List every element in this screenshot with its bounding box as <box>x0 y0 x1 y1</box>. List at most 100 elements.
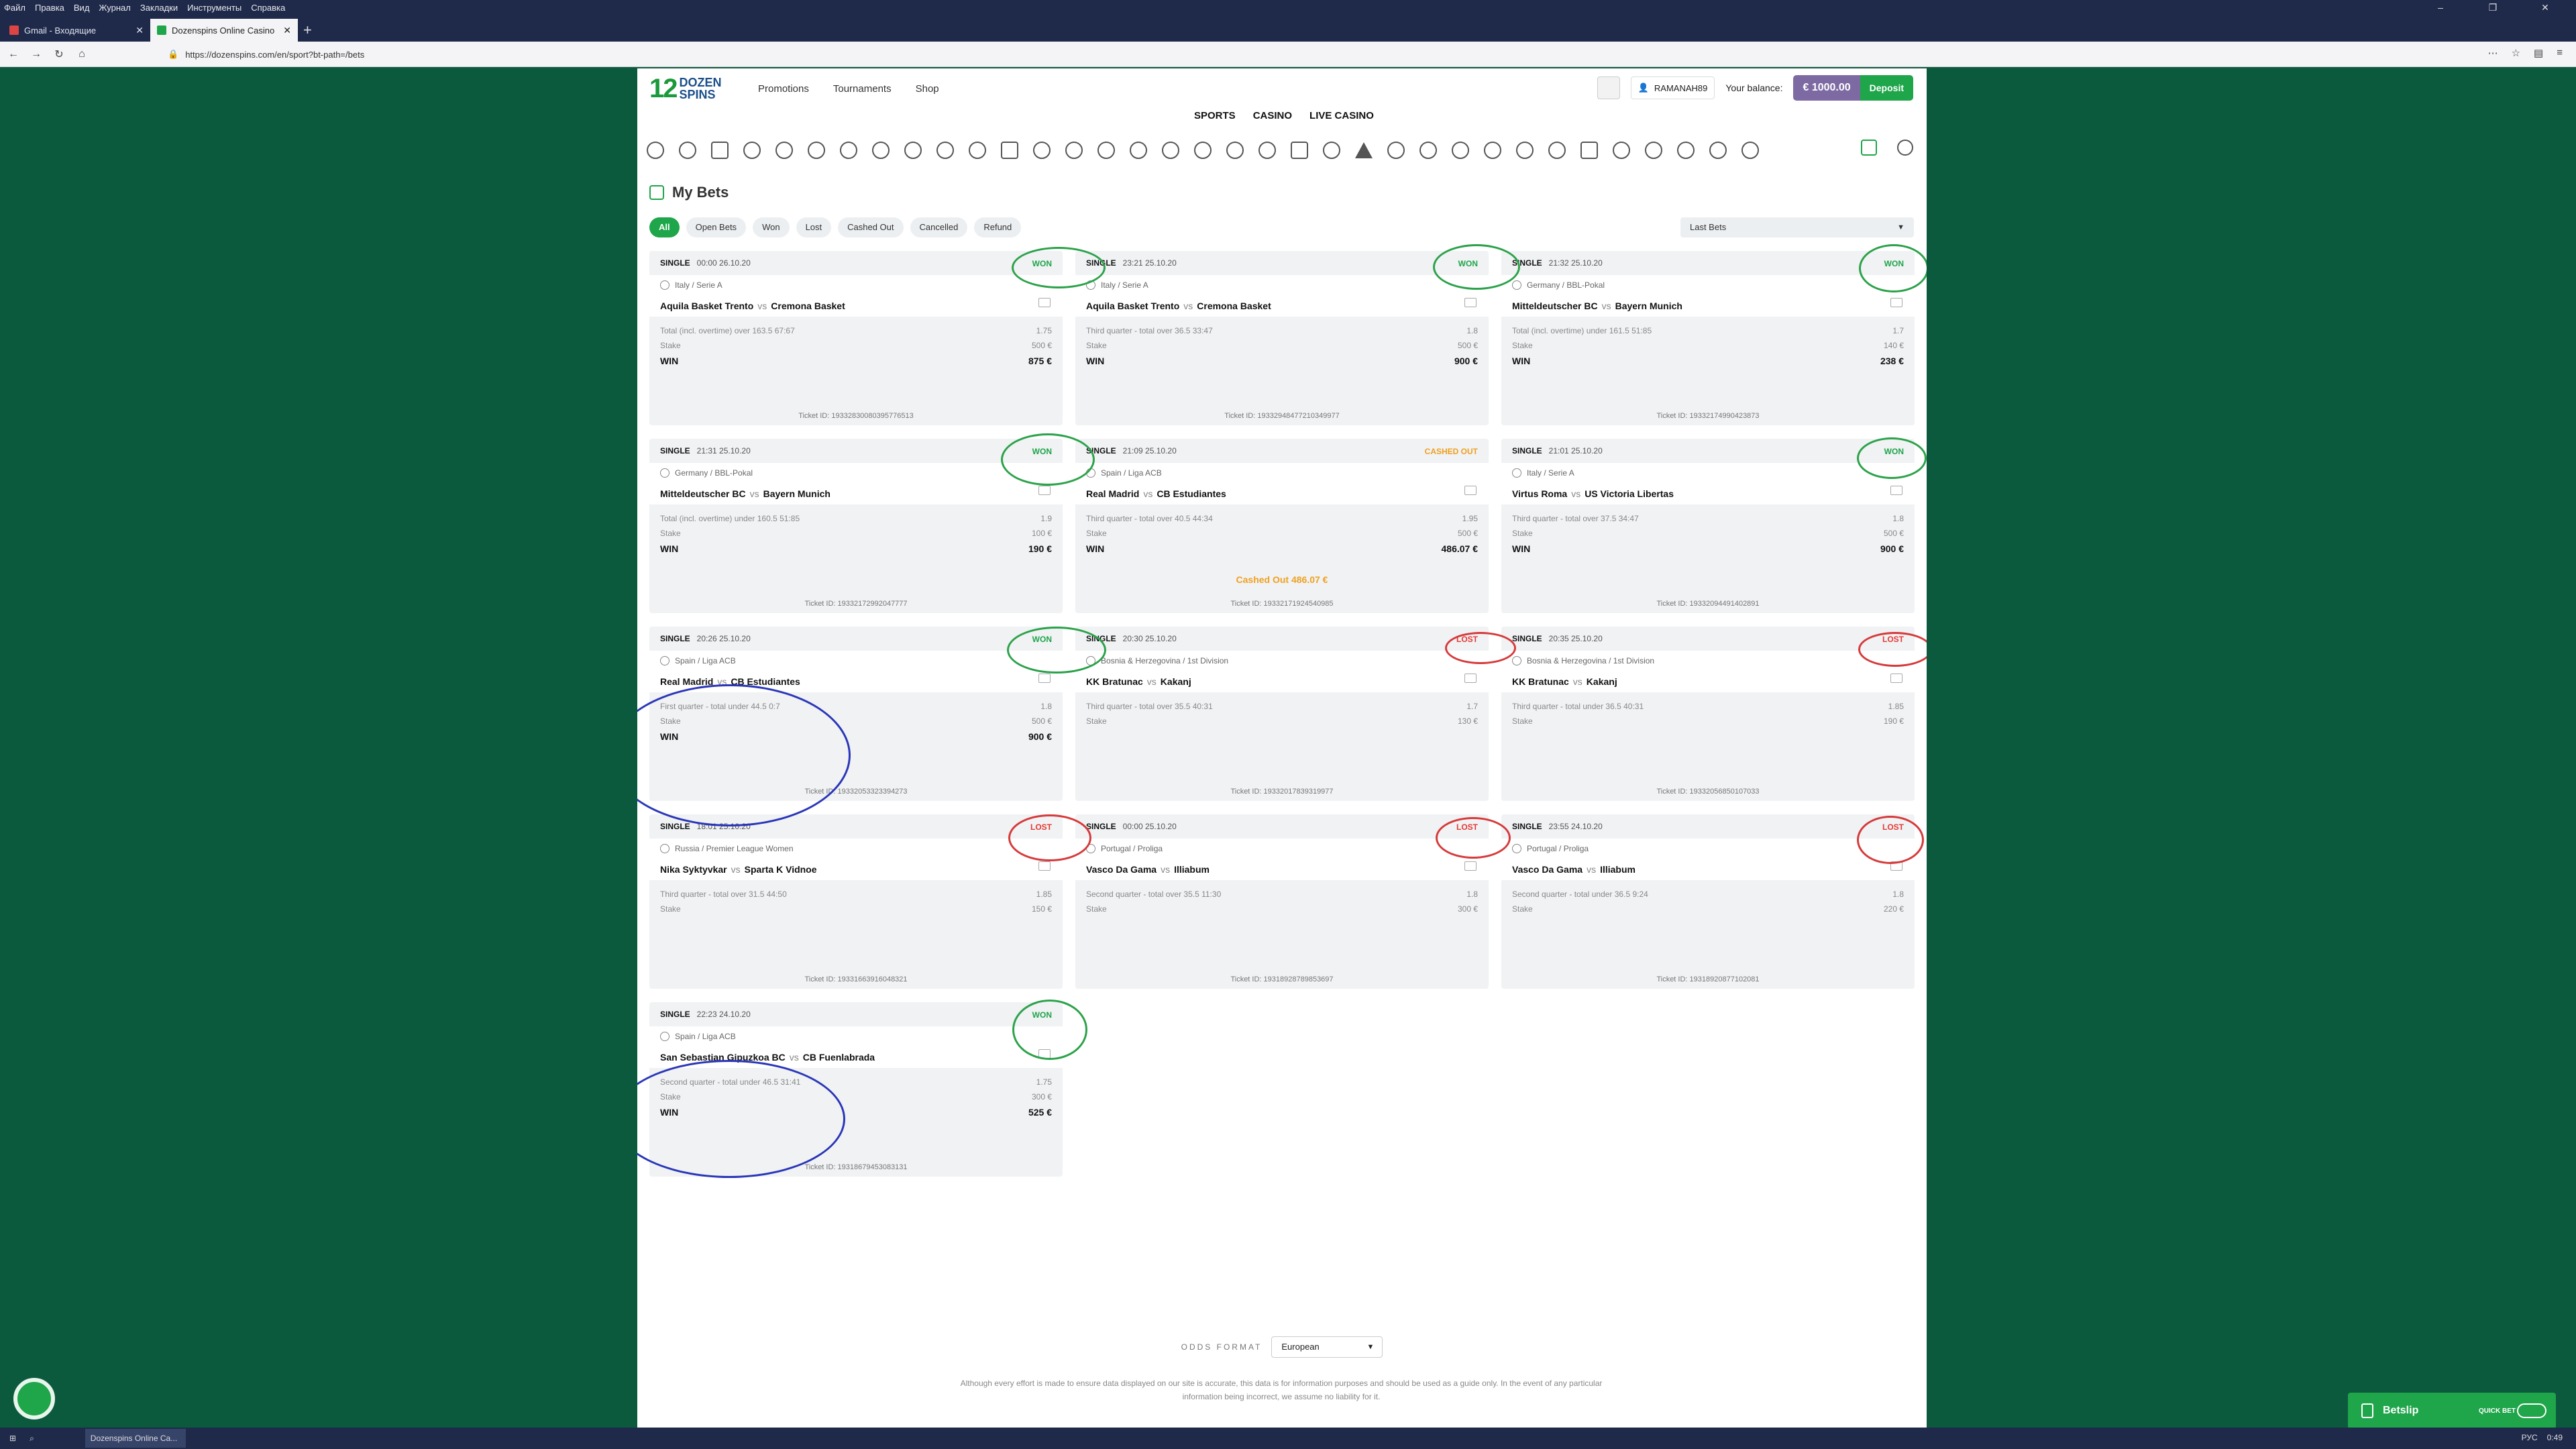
bet-card[interactable]: SINGLE 23:21 25.10.20 WON Italy / Serie A Aq… <box>1075 251 1489 425</box>
close-icon[interactable]: ✕ <box>136 25 144 36</box>
bet-card[interactable]: SINGLE 18:01 25.10.20 LOST Russia / Premier… <box>649 814 1063 989</box>
bet-card[interactable]: SINGLE 00:00 26.10.20 WON Italy / Serie A Aq… <box>649 251 1063 425</box>
start-icon[interactable]: ⊞ <box>9 1434 16 1443</box>
sport-icon[interactable] <box>904 142 922 159</box>
stats-icon[interactable] <box>1038 861 1051 871</box>
bet-card[interactable]: SINGLE 21:01 25.10.20 WON Italy / Serie A Vi… <box>1501 439 1915 613</box>
menu-history[interactable]: Журнал <box>99 3 130 13</box>
sport-icon[interactable] <box>711 142 729 159</box>
sport-icon[interactable] <box>743 142 761 159</box>
stats-icon[interactable] <box>1038 486 1051 495</box>
sport-icon[interactable] <box>1709 142 1727 159</box>
sport-icon[interactable] <box>1355 142 1373 158</box>
filter-cancelled[interactable]: Cancelled <box>910 217 968 237</box>
restore-icon[interactable]: ❐ <box>2471 0 2514 15</box>
sport-icon[interactable] <box>1741 142 1759 159</box>
sport-icon[interactable] <box>1001 142 1018 159</box>
close-icon[interactable]: ✕ <box>283 25 291 36</box>
sport-icon[interactable] <box>1613 142 1630 159</box>
filter-open[interactable]: Open Bets <box>686 217 747 237</box>
close-icon[interactable]: ✕ <box>2524 0 2567 15</box>
stats-icon[interactable] <box>1464 486 1477 495</box>
bet-card[interactable]: SINGLE 20:30 25.10.20 LOST Bosnia & Herzego… <box>1075 627 1489 801</box>
sport-icon[interactable] <box>1452 142 1469 159</box>
subnav-sports[interactable]: SPORTS <box>1194 110 1236 121</box>
menu-view[interactable]: Вид <box>74 3 90 13</box>
subnav-live-casino[interactable]: LIVE CASINO <box>1309 110 1374 121</box>
odds-format-select[interactable]: European ▼ <box>1271 1336 1383 1358</box>
chat-button[interactable] <box>13 1378 55 1419</box>
sport-icon[interactable] <box>808 142 825 159</box>
menu-bookmarks[interactable]: Закладки <box>140 3 178 13</box>
more-icon[interactable]: ⋯ <box>2488 47 2498 59</box>
sport-icon[interactable] <box>679 142 696 159</box>
forward-icon[interactable]: → <box>27 48 46 60</box>
sport-icon[interactable] <box>647 142 664 159</box>
back-icon[interactable]: ← <box>4 48 23 60</box>
sport-icon[interactable] <box>1258 142 1276 159</box>
sport-icon[interactable] <box>969 142 986 159</box>
lang-indicator[interactable]: РУС <box>2522 1433 2538 1442</box>
sport-icon[interactable] <box>1548 142 1566 159</box>
bet-card[interactable]: SINGLE 20:26 25.10.20 WON Spain / Liga ACB R… <box>649 627 1063 801</box>
deposit-button[interactable]: Deposit <box>1860 75 1913 101</box>
quick-bet-toggle[interactable] <box>2517 1403 2546 1418</box>
stats-icon[interactable] <box>1038 1049 1051 1059</box>
bet-card[interactable]: SINGLE 00:00 25.10.20 LOST Portugal / Proli… <box>1075 814 1489 989</box>
sport-icon[interactable] <box>1516 142 1534 159</box>
bet-card[interactable]: SINGLE 21:31 25.10.20 WON Germany / BBL-Pok… <box>649 439 1063 613</box>
bet-card[interactable]: SINGLE 20:35 25.10.20 LOST Bosnia & Herzego… <box>1501 627 1915 801</box>
sport-icon[interactable] <box>1194 142 1212 159</box>
filter-refund[interactable]: Refund <box>974 217 1022 237</box>
menu-tools[interactable]: Инструменты <box>187 3 241 13</box>
betslip-bar[interactable]: Betslip QUICK BET <box>2348 1393 2556 1429</box>
filter-all[interactable]: All <box>649 217 680 237</box>
sport-icon[interactable] <box>1580 142 1598 159</box>
notification-icon[interactable] <box>1597 76 1620 99</box>
taskbar-app[interactable]: Dozenspins Online Ca... <box>85 1429 186 1448</box>
menu-help[interactable]: Справка <box>251 3 285 13</box>
bet-card[interactable]: SINGLE 21:09 25.10.20 CASHED OUT Spain / Li… <box>1075 439 1489 613</box>
stats-icon[interactable] <box>1890 298 1902 307</box>
sport-icon[interactable] <box>840 142 857 159</box>
search-icon[interactable] <box>1897 140 1913 156</box>
sport-icon[interactable] <box>1033 142 1051 159</box>
sport-icon[interactable] <box>1323 142 1340 159</box>
menu-edit[interactable]: Правка <box>35 3 64 13</box>
sport-icon[interactable] <box>872 142 890 159</box>
stats-icon[interactable] <box>1890 861 1902 871</box>
nav-shop[interactable]: Shop <box>916 83 939 95</box>
sport-icon[interactable] <box>1097 142 1115 159</box>
sport-icon[interactable] <box>775 142 793 159</box>
bet-card[interactable]: SINGLE 21:32 25.10.20 WON Germany / BBL-Pok… <box>1501 251 1915 425</box>
sport-icon[interactable] <box>1162 142 1179 159</box>
sport-icon[interactable] <box>936 142 954 159</box>
minimize-icon[interactable]: – <box>2419 0 2462 15</box>
stats-icon[interactable] <box>1038 674 1051 683</box>
sport-icon[interactable] <box>1291 142 1308 159</box>
home-icon[interactable]: ⌂ <box>72 48 91 60</box>
stats-icon[interactable] <box>1464 674 1477 683</box>
sport-icon[interactable] <box>1130 142 1147 159</box>
tab-dozenspins[interactable]: Dozenspins Online Casino ✕ <box>150 19 298 42</box>
bookmark-icon[interactable]: ☆ <box>2512 47 2520 59</box>
bets-icon[interactable] <box>1861 140 1877 156</box>
menu-icon[interactable]: ≡ <box>2557 47 2563 59</box>
menu-file[interactable]: Файл <box>4 3 25 13</box>
sport-icon[interactable] <box>1484 142 1501 159</box>
sport-icon[interactable] <box>1677 142 1695 159</box>
search-icon[interactable]: ⌕ <box>30 1434 34 1444</box>
sport-icon[interactable] <box>1387 142 1405 159</box>
nav-promotions[interactable]: Promotions <box>758 83 809 95</box>
filter-cashed-out[interactable]: Cashed Out <box>838 217 904 237</box>
reload-icon[interactable]: ↻ <box>50 48 68 61</box>
stats-icon[interactable] <box>1038 298 1051 307</box>
sport-icon[interactable] <box>1419 142 1437 159</box>
tab-gmail[interactable]: Gmail - Входящие ✕ <box>3 19 150 42</box>
logo[interactable]: 12 DOZEN SPINS <box>649 75 722 102</box>
nav-tournaments[interactable]: Tournaments <box>833 83 892 95</box>
subnav-casino[interactable]: CASINO <box>1253 110 1292 121</box>
stats-icon[interactable] <box>1464 861 1477 871</box>
new-tab-icon[interactable]: + <box>303 19 312 42</box>
sport-icon[interactable] <box>1226 142 1244 159</box>
